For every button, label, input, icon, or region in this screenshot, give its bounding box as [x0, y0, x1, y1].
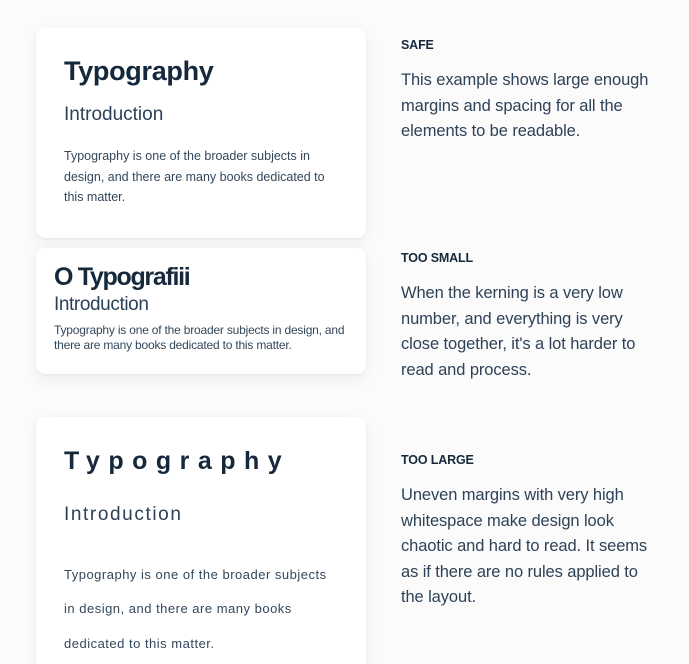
specimen-card-too-large: Typography Introduction Typography is on…: [36, 417, 366, 664]
typography-examples-page: Typography Introduction Typography is on…: [0, 0, 689, 664]
annotation-description: This example shows large enough margins …: [401, 71, 649, 141]
specimen-body: Typography is one of the broader subject…: [54, 323, 345, 352]
annotation-label: TOO SMALL: [401, 251, 474, 265]
specimen-subtitle: Introduction: [64, 504, 183, 526]
annotation-description: When the kerning is a very low number, a…: [401, 284, 636, 379]
annotation-label: TOO LARGE: [401, 453, 474, 467]
specimen-body: Typography is one of the broader subject…: [64, 566, 327, 651]
specimen-card-too-small: O Typografiii Introduction Typography is…: [36, 248, 366, 374]
specimen-body: Typography is one of the broader subject…: [64, 149, 325, 205]
specimen-title: O Typografiii: [54, 263, 191, 291]
specimen-title: Typography: [64, 447, 291, 475]
specimen-subtitle: Introduction: [64, 104, 164, 126]
annotation-label: SAFE: [401, 38, 434, 52]
annotation-description: Uneven margins with very high whitespace…: [401, 486, 648, 607]
annotation-too-small: TOO SMALL When the kerning is a very low…: [401, 251, 663, 383]
specimen-card-safe: Typography Introduction Typography is on…: [36, 28, 366, 239]
annotation-safe: SAFE This example shows large enough mar…: [401, 38, 663, 145]
specimen-title: Typography: [64, 56, 214, 86]
specimen-subtitle: Introduction: [54, 294, 149, 316]
annotation-too-large: TOO LARGE Uneven margins with very high …: [401, 453, 663, 611]
